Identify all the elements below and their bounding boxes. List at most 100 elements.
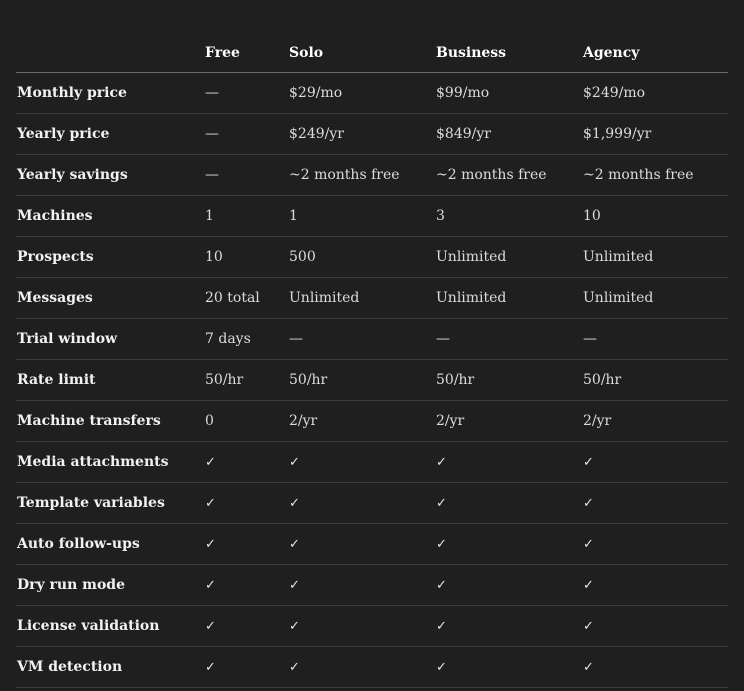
plan-value-free: 7 days (204, 318, 288, 360)
table-row: Media attachments ✓ ✓ ✓ ✓ (16, 441, 728, 483)
checkmark-icon: ✓ (204, 523, 288, 565)
table-row: License validation ✓ ✓ ✓ ✓ (16, 605, 728, 647)
plan-value-agency: — (582, 318, 728, 360)
checkmark-icon: ✓ (435, 441, 582, 483)
checkmark-icon: ✓ (435, 605, 582, 647)
plan-value-business: ~2 months free (435, 154, 582, 196)
plan-header-business: Business (435, 33, 582, 73)
pricing-table: Free Solo Business Agency Monthly price —… (16, 33, 728, 688)
plan-value-solo: 2/yr (288, 400, 435, 442)
pricing-table-body: Monthly price — $29/mo $99/mo $249/mo Yearly … (16, 72, 728, 688)
plan-value-agency: Unlimited (582, 236, 728, 278)
table-row: VM detection ✓ ✓ ✓ ✓ (16, 646, 728, 688)
feature-label: Yearly price (16, 113, 204, 155)
checkmark-icon: ✓ (435, 523, 582, 565)
checkmark-icon: ✓ (435, 482, 582, 524)
plan-value-solo: 500 (288, 236, 435, 278)
checkmark-icon: ✓ (582, 523, 728, 565)
plan-value-business: 2/yr (435, 400, 582, 442)
feature-label: Monthly price (16, 72, 204, 114)
checkmark-icon: ✓ (582, 564, 728, 606)
feature-label: Rate limit (16, 359, 204, 401)
plan-value-free: — (204, 113, 288, 155)
feature-label: Prospects (16, 236, 204, 278)
plan-value-free: 0 (204, 400, 288, 442)
plan-value-free: — (204, 154, 288, 196)
feature-label: Media attachments (16, 441, 204, 483)
table-row: Yearly price — $249/yr $849/yr $1,999/yr (16, 113, 728, 155)
table-row: Rate limit 50/hr 50/hr 50/hr 50/hr (16, 359, 728, 401)
plan-value-agency: 2/yr (582, 400, 728, 442)
checkmark-icon: ✓ (435, 564, 582, 606)
plan-value-agency: Unlimited (582, 277, 728, 319)
checkmark-icon: ✓ (204, 646, 288, 688)
feature-label: Template variables (16, 482, 204, 524)
plan-value-business: — (435, 318, 582, 360)
plan-value-agency: 10 (582, 195, 728, 237)
feature-label: Auto follow-ups (16, 523, 204, 565)
checkmark-icon: ✓ (582, 605, 728, 647)
table-row: Machines 1 1 3 10 (16, 195, 728, 237)
plan-value-solo: 50/hr (288, 359, 435, 401)
checkmark-icon: ✓ (582, 482, 728, 524)
feature-label: License validation (16, 605, 204, 647)
plan-value-business: Unlimited (435, 277, 582, 319)
plan-value-free: 10 (204, 236, 288, 278)
table-row: Yearly savings — ~2 months free ~2 months f… (16, 154, 728, 196)
plan-value-free: — (204, 72, 288, 114)
checkmark-icon: ✓ (288, 523, 435, 565)
plan-value-free: 1 (204, 195, 288, 237)
table-row: Auto follow-ups ✓ ✓ ✓ ✓ (16, 523, 728, 565)
table-row: Template variables ✓ ✓ ✓ ✓ (16, 482, 728, 524)
checkmark-icon: ✓ (204, 482, 288, 524)
plan-value-solo: — (288, 318, 435, 360)
checkmark-icon: ✓ (204, 605, 288, 647)
header-row: Free Solo Business Agency (16, 33, 728, 73)
checkmark-icon: ✓ (204, 441, 288, 483)
plan-value-free: 20 total (204, 277, 288, 319)
plan-value-business: $99/mo (435, 72, 582, 114)
plan-value-free: 50/hr (204, 359, 288, 401)
feature-label: Machine transfers (16, 400, 204, 442)
checkmark-icon: ✓ (288, 482, 435, 524)
plan-value-agency: ~2 months free (582, 154, 728, 196)
checkmark-icon: ✓ (582, 646, 728, 688)
table-row: Trial window 7 days — — — (16, 318, 728, 360)
feature-label: Yearly savings (16, 154, 204, 196)
pricing-table-header: Free Solo Business Agency (16, 33, 728, 73)
plan-value-agency: 50/hr (582, 359, 728, 401)
feature-label: Messages (16, 277, 204, 319)
plan-value-business: 50/hr (435, 359, 582, 401)
plan-value-solo: ~2 months free (288, 154, 435, 196)
plan-value-solo: 1 (288, 195, 435, 237)
plan-header-free: Free (204, 33, 288, 73)
plan-value-solo: $249/yr (288, 113, 435, 155)
checkmark-icon: ✓ (288, 646, 435, 688)
plan-header-agency: Agency (582, 33, 728, 73)
feature-label: Trial window (16, 318, 204, 360)
checkmark-icon: ✓ (288, 605, 435, 647)
plan-value-business: Unlimited (435, 236, 582, 278)
checkmark-icon: ✓ (204, 564, 288, 606)
plan-value-agency: $249/mo (582, 72, 728, 114)
plan-value-business: $849/yr (435, 113, 582, 155)
table-row: Messages 20 total Unlimited Unlimited Unlimi… (16, 277, 728, 319)
table-row: Prospects 10 500 Unlimited Unlimited (16, 236, 728, 278)
plan-value-business: 3 (435, 195, 582, 237)
feature-label: VM detection (16, 646, 204, 688)
checkmark-icon: ✓ (435, 646, 582, 688)
table-row: Dry run mode ✓ ✓ ✓ ✓ (16, 564, 728, 606)
plan-value-solo: Unlimited (288, 277, 435, 319)
table-row: Monthly price — $29/mo $99/mo $249/mo (16, 72, 728, 114)
checkmark-icon: ✓ (288, 564, 435, 606)
feature-column-header (16, 33, 204, 73)
feature-label: Machines (16, 195, 204, 237)
plan-value-solo: $29/mo (288, 72, 435, 114)
table-row: Machine transfers 0 2/yr 2/yr 2/yr (16, 400, 728, 442)
checkmark-icon: ✓ (582, 441, 728, 483)
plan-value-agency: $1,999/yr (582, 113, 728, 155)
pricing-comparison: Free Solo Business Agency Monthly price —… (16, 0, 728, 688)
plan-header-solo: Solo (288, 33, 435, 73)
checkmark-icon: ✓ (288, 441, 435, 483)
feature-label: Dry run mode (16, 564, 204, 606)
